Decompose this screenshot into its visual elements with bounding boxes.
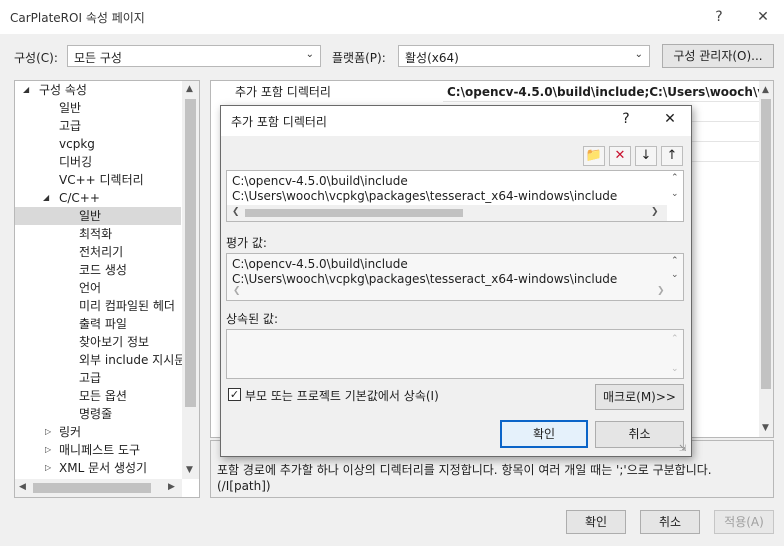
scroll-up-icon[interactable]: ▲ bbox=[762, 85, 769, 95]
new-folder-icon[interactable]: 📁 bbox=[583, 146, 605, 166]
tree-item-debugging[interactable]: 디버깅 bbox=[59, 153, 92, 171]
directories-list[interactable]: C:\opencv-4.5.0\build\include C:\Users\w… bbox=[226, 170, 684, 222]
expand-icon[interactable]: ◢ bbox=[43, 193, 49, 202]
property-name[interactable]: 추가 포함 디렉터리 bbox=[235, 83, 331, 101]
grid-vertical-scrollbar[interactable]: ▲ ▼ bbox=[759, 81, 773, 437]
inherit-checkbox-label[interactable]: 부모 또는 프로젝트 기본값에서 상속(I) bbox=[245, 387, 439, 404]
list-item[interactable]: C:\opencv-4.5.0\build\include bbox=[232, 174, 408, 188]
scroll-down-icon[interactable]: ▼ bbox=[186, 465, 193, 475]
help-button[interactable]: ? bbox=[708, 6, 730, 28]
scroll-left-icon[interactable]: ❮ bbox=[232, 207, 240, 217]
tree-item-preprocessor[interactable]: 전처리기 bbox=[79, 243, 123, 261]
scroll-down-icon[interactable]: ⌄ bbox=[671, 364, 679, 374]
scroll-thumb[interactable] bbox=[761, 99, 771, 389]
config-manager-button[interactable]: 구성 관리자(O)... bbox=[662, 44, 774, 68]
list-item: C:\opencv-4.5.0\build\include bbox=[232, 257, 408, 271]
title-bar: CarPlateROI 속성 페이지 ? ✕ bbox=[0, 0, 784, 34]
dialog-title: 추가 포함 디렉터리 bbox=[231, 115, 327, 129]
tree-item-code-generation[interactable]: 코드 생성 bbox=[79, 261, 127, 279]
collapse-icon[interactable]: ▷ bbox=[45, 463, 51, 472]
window-title: CarPlateROI 속성 페이지 bbox=[10, 11, 145, 25]
list-item[interactable]: C:\Users\wooch\vcpkg\packages\tesseract_… bbox=[232, 189, 617, 203]
tree-item-output-files[interactable]: 출력 파일 bbox=[79, 315, 127, 333]
evaluated-list: C:\opencv-4.5.0\build\include C:\Users\w… bbox=[226, 253, 684, 301]
tree-item-external-includes[interactable]: 외부 include 지시문 bbox=[79, 351, 185, 369]
chevron-down-icon: ⌄ bbox=[634, 49, 643, 60]
tree-item-xml-doc-generator[interactable]: XML 문서 생성기 bbox=[59, 459, 147, 477]
platform-select[interactable]: 활성(x64) ⌄ bbox=[398, 45, 650, 67]
inherit-checkbox[interactable]: ✓ bbox=[228, 388, 241, 401]
collapse-icon[interactable]: ▷ bbox=[45, 427, 51, 436]
scroll-right-icon[interactable]: ❯ bbox=[657, 286, 665, 296]
scroll-right-icon[interactable]: ❯ bbox=[651, 207, 659, 217]
apply-button[interactable]: 적용(A) bbox=[714, 510, 774, 534]
config-value: 모든 구성 bbox=[74, 51, 122, 65]
tree-item-cpp-general[interactable]: 일반 bbox=[15, 207, 181, 225]
tree-item-cpp-advanced[interactable]: 고급 bbox=[79, 369, 101, 387]
tree-item-browse-info[interactable]: 찾아보기 정보 bbox=[79, 333, 149, 351]
scroll-down-icon[interactable]: ⌄ bbox=[671, 270, 679, 280]
dialog-help-button[interactable]: ? bbox=[617, 111, 635, 127]
platform-value: 활성(x64) bbox=[405, 51, 459, 65]
inherited-list: ⌃ ⌄ bbox=[226, 329, 684, 379]
delete-icon[interactable]: ✕ bbox=[609, 146, 631, 166]
scroll-up-icon[interactable]: ⌃ bbox=[671, 256, 679, 266]
dialog-title-bar: 추가 포함 디렉터리 ? ✕ bbox=[221, 106, 691, 136]
collapse-icon[interactable]: ▷ bbox=[45, 445, 51, 454]
description-text: 포함 경로에 추가할 하나 이상의 디렉터리를 지정합니다. 항목이 여러 개일… bbox=[217, 463, 712, 477]
scroll-thumb[interactable] bbox=[185, 99, 196, 407]
scroll-right-icon[interactable]: ▶ bbox=[168, 482, 175, 492]
tree-item-all-options[interactable]: 모든 옵션 bbox=[79, 387, 127, 405]
scroll-down-icon[interactable]: ⌄ bbox=[671, 189, 679, 199]
dialog-ok-button[interactable]: 확인 bbox=[500, 420, 588, 448]
tree-vertical-scrollbar[interactable]: ▲ ▼ bbox=[182, 81, 199, 479]
move-down-icon[interactable]: ↓ bbox=[635, 146, 657, 166]
inherited-label: 상속된 값: bbox=[226, 312, 279, 326]
scroll-up-icon[interactable]: ⌃ bbox=[671, 334, 679, 344]
tree-item-advanced[interactable]: 고급 bbox=[59, 117, 81, 135]
scroll-thumb[interactable] bbox=[245, 209, 463, 217]
tree-item-optimization[interactable]: 최적화 bbox=[79, 225, 112, 243]
tree-item-cpp[interactable]: C/C++ bbox=[59, 189, 100, 207]
ok-button[interactable]: 확인 bbox=[566, 510, 626, 534]
dialog-close-button[interactable]: ✕ bbox=[661, 111, 679, 127]
tree-item-vcpkg[interactable]: vcpkg bbox=[59, 135, 95, 153]
tree-horizontal-scrollbar[interactable]: ◀ ▶ bbox=[15, 479, 182, 497]
tree-item-vc-directories[interactable]: VC++ 디렉터리 bbox=[59, 171, 144, 189]
tree-item-config-properties[interactable]: 구성 속성 bbox=[39, 81, 87, 99]
scroll-left-icon[interactable]: ❮ bbox=[233, 286, 241, 296]
chevron-down-icon: ⌄ bbox=[305, 49, 314, 60]
property-value[interactable]: C:\opencv-4.5.0\build\include;C:\Users\w… bbox=[447, 83, 759, 101]
cancel-button[interactable]: 취소 bbox=[640, 510, 700, 534]
evaluated-label: 평가 값: bbox=[226, 236, 267, 250]
tree-item-precompiled-headers[interactable]: 미리 컴파일된 헤더 bbox=[79, 297, 175, 315]
macro-button[interactable]: 매크로(M)>> bbox=[595, 384, 684, 410]
config-select[interactable]: 모든 구성 ⌄ bbox=[67, 45, 321, 67]
description-switch: (/I[path]) bbox=[217, 479, 271, 493]
move-up-icon[interactable]: ↑ bbox=[661, 146, 683, 166]
scroll-up-icon[interactable]: ▲ bbox=[186, 84, 193, 94]
dialog-cancel-button[interactable]: 취소 bbox=[595, 421, 684, 448]
tree-item-general[interactable]: 일반 bbox=[59, 99, 81, 117]
grid-line bbox=[443, 101, 761, 102]
config-label: 구성(C): bbox=[14, 51, 58, 65]
scroll-left-icon[interactable]: ◀ bbox=[19, 482, 26, 492]
include-directories-dialog: 추가 포함 디렉터리 ? ✕ 📁 ✕ ↓ ↑ C:\opencv-4.5.0\b… bbox=[220, 105, 692, 457]
scroll-thumb[interactable] bbox=[33, 483, 151, 493]
expand-icon[interactable]: ◢ bbox=[23, 85, 29, 94]
tree-item-language[interactable]: 언어 bbox=[79, 279, 101, 297]
tree-item-linker[interactable]: 링커 bbox=[59, 423, 81, 441]
list-item: C:\Users\wooch\vcpkg\packages\tesseract_… bbox=[232, 272, 618, 286]
list-horizontal-scrollbar[interactable]: ❮ ❯ bbox=[227, 205, 667, 221]
close-button[interactable]: ✕ bbox=[752, 6, 774, 28]
platform-label: 플랫폼(P): bbox=[332, 51, 386, 65]
tree-item-command-line[interactable]: 명령줄 bbox=[79, 405, 112, 423]
property-tree: ◢ 구성 속성 일반 고급 vcpkg 디버깅 VC++ 디렉터리 ◢ C/C+… bbox=[14, 80, 200, 498]
scroll-up-icon[interactable]: ⌃ bbox=[671, 173, 679, 183]
tree-item-manifest-tool[interactable]: 매니페스트 도구 bbox=[59, 441, 140, 459]
resize-grip-icon[interactable]: ⇲ bbox=[679, 444, 689, 454]
scroll-down-icon[interactable]: ▼ bbox=[762, 423, 769, 433]
